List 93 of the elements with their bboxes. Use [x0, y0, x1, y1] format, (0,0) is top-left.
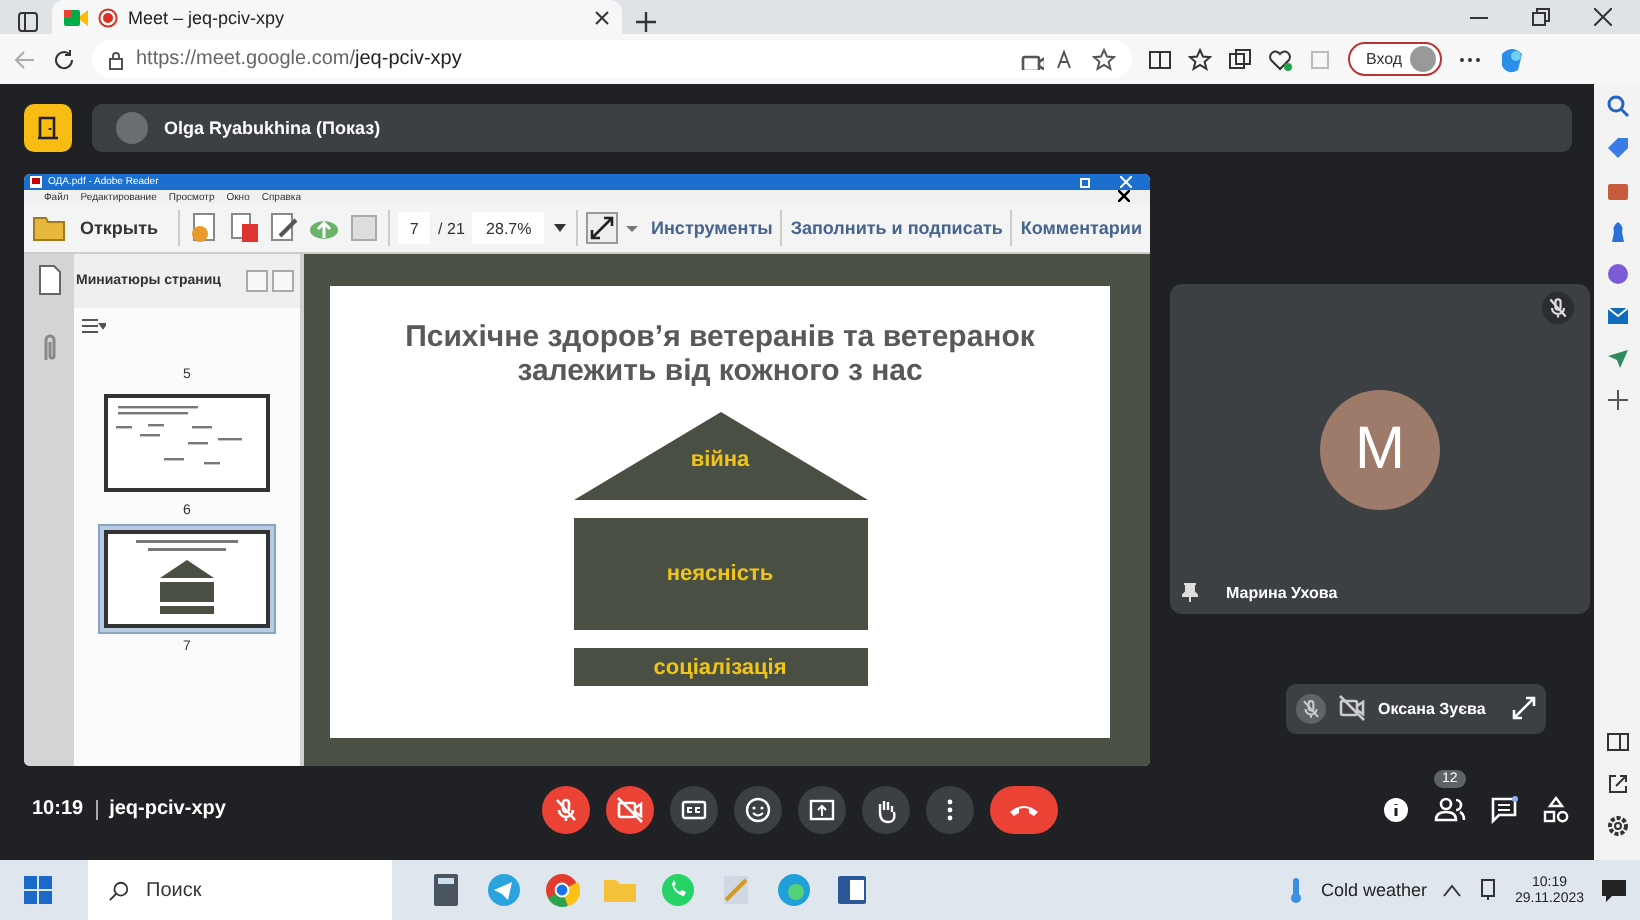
briefcase-icon[interactable] [1605, 178, 1629, 202]
tab-actions-icon[interactable] [16, 10, 40, 34]
thermometer-icon [1288, 876, 1305, 904]
microphone-off-icon [552, 795, 580, 823]
presenter-name: Olga Ryabukhina (Показ) [164, 118, 381, 138]
roof-label: війна [688, 448, 752, 472]
calculator-icon[interactable] [428, 872, 464, 908]
tag-icon[interactable] [1605, 136, 1629, 160]
pdf-file-icon [30, 176, 42, 188]
dropdown-icon[interactable] [552, 220, 569, 236]
address-bar[interactable]: https://meet.google.com/jeq-pciv-xpy [92, 40, 1132, 78]
paper-plane-icon[interactable] [486, 872, 522, 908]
video-camera-icon [64, 7, 88, 27]
microphone-button[interactable] [542, 785, 590, 833]
circle-app-icon[interactable] [1605, 262, 1629, 286]
slide-title: Психічне здоров’я ветеранів та ветеранок залежить від кожного з нас [403, 320, 1037, 388]
restore-icon[interactable] [1532, 8, 1550, 26]
mail-icon[interactable] [1605, 304, 1629, 328]
sign-in-button[interactable]: Вход [1348, 42, 1443, 76]
more-options-button[interactable] [926, 785, 974, 833]
toolbar-link[interactable]: Инструменты [651, 218, 773, 238]
create-pdf-icon[interactable] [188, 212, 221, 244]
self-name: Оксана Зуєва [1378, 700, 1486, 718]
edit-document-icon[interactable] [268, 212, 301, 244]
restore-icon[interactable] [1080, 176, 1092, 188]
copilot-icon[interactable] [1498, 45, 1527, 73]
new-tab-icon[interactable] [634, 10, 658, 34]
captions-icon [680, 795, 708, 823]
page-total: / 21 [438, 219, 465, 237]
start-icon[interactable] [24, 876, 52, 904]
close-icon[interactable] [594, 9, 610, 25]
chat-icon[interactable] [1490, 795, 1518, 823]
info-icon[interactable] [1382, 795, 1410, 823]
toolbar-link[interactable]: Заполнить и подписать [790, 218, 1003, 238]
search-icon [108, 879, 130, 901]
taskbar-search[interactable]: Поиск [88, 860, 392, 920]
toolbar-link[interactable]: Комментарии [1020, 218, 1142, 238]
meeting-code: jeq-pciv-xpy [109, 798, 226, 820]
captions-button[interactable] [670, 785, 718, 833]
people-icon[interactable] [1434, 795, 1466, 823]
zoom-field[interactable]: 28.7% [472, 212, 545, 244]
folder-icon [32, 214, 68, 242]
star-icon[interactable] [1092, 47, 1116, 71]
wall-label: неясність [666, 562, 774, 586]
fullscreen-icon[interactable] [586, 212, 619, 244]
door-icon[interactable] [24, 104, 72, 152]
smiley-icon [744, 795, 772, 823]
lock-icon [108, 49, 124, 69]
page-icon[interactable] [37, 264, 61, 296]
split-screen-icon[interactable] [1148, 47, 1172, 71]
emoji-button[interactable] [734, 785, 782, 833]
slide-thumbnail[interactable] [104, 394, 270, 492]
caret-icon[interactable] [626, 222, 639, 234]
close-icon[interactable] [1118, 189, 1130, 201]
camera-off-icon [1338, 693, 1366, 721]
camera-button[interactable] [606, 785, 654, 833]
word-icon[interactable] [834, 872, 870, 908]
raise-hand-button[interactable] [862, 785, 910, 833]
open-button[interactable]: Открыть [32, 214, 171, 242]
send-icon[interactable] [1605, 346, 1629, 370]
meeting-time: 10:19 [32, 798, 84, 820]
present-button[interactable] [798, 785, 846, 833]
present-screen-icon [808, 795, 836, 823]
search-icon[interactable] [1605, 94, 1629, 118]
search-placeholder: Поиск [146, 879, 202, 901]
browser-icon[interactable] [544, 872, 580, 908]
avatar: M [1320, 389, 1440, 509]
external-link-icon[interactable] [1605, 772, 1629, 796]
expand-icon[interactable] [1512, 695, 1536, 719]
caret-up-icon[interactable] [1442, 882, 1463, 898]
reload-icon[interactable] [52, 47, 76, 71]
page-number-field[interactable]: 7 [398, 212, 431, 244]
options-icon[interactable] [82, 318, 106, 334]
leave-call-button[interactable] [990, 785, 1058, 833]
recording-icon [98, 7, 118, 27]
avatar-icon [116, 112, 148, 144]
foundation-label: соціалізація [653, 655, 787, 679]
close-icon[interactable] [1594, 8, 1612, 26]
combine-files-icon[interactable] [228, 212, 261, 244]
weather-label[interactable]: Cold weather [1320, 880, 1427, 900]
slide-thumbnail[interactable] [104, 530, 270, 628]
collections-icon[interactable] [1228, 47, 1252, 71]
add-icon[interactable] [1605, 388, 1629, 412]
shapes-icon[interactable] [1542, 795, 1570, 823]
settings-icon[interactable] [1605, 814, 1629, 838]
heart-pulse-icon[interactable] [1268, 47, 1292, 71]
sidebar-icon[interactable] [1605, 730, 1629, 754]
browser-tab[interactable]: Meet – jeq-pciv-xpy [52, 0, 622, 34]
camera-off-icon [616, 795, 644, 823]
favorites-icon[interactable] [1188, 47, 1212, 71]
notification-icon[interactable] [1600, 876, 1628, 904]
pin-icon[interactable] [1182, 582, 1198, 602]
participant-name: Марина Ухова [1226, 583, 1338, 601]
